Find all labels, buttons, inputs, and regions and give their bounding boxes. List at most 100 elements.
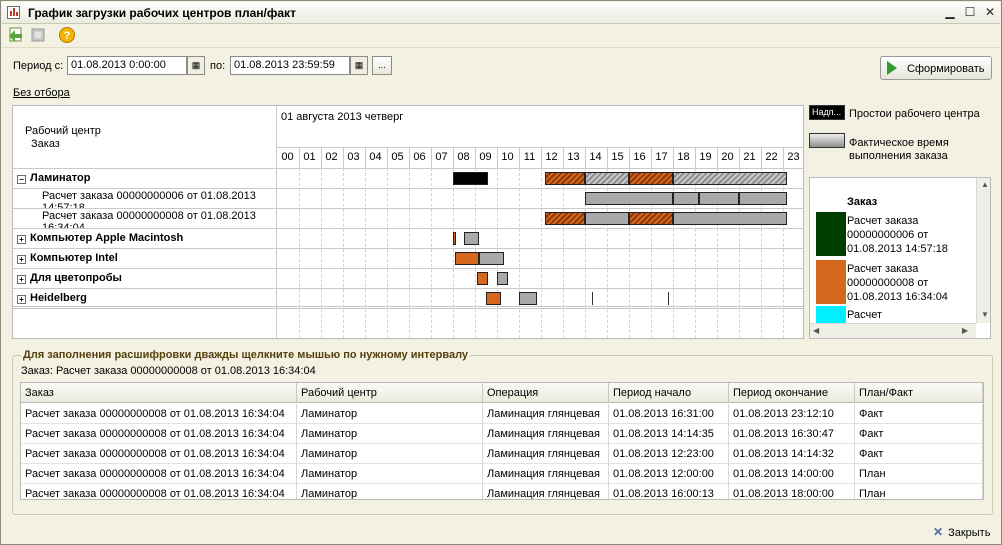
gantt-bar[interactable] <box>739 192 788 205</box>
table-cell[interactable]: 01.08.2013 14:14:32 <box>729 444 855 464</box>
close-button[interactable]: ✕ Закрыть <box>933 525 990 539</box>
legend-vertical-scrollbar[interactable]: ▲ ▼ <box>976 178 990 323</box>
table-cell[interactable]: Расчет заказа 00000000008 от 01.08.2013 … <box>21 404 297 424</box>
gantt-row-workcenter[interactable]: + Heidelberg <box>17 292 87 304</box>
help-icon[interactable]: ? <box>58 26 78 46</box>
legend-horizontal-scrollbar[interactable]: ◀ ▶ <box>810 323 976 338</box>
gantt-bar[interactable] <box>585 212 629 225</box>
gantt-bar[interactable] <box>673 172 788 185</box>
legend-top: Надп... Простои рабочего центра Фактичес… <box>809 105 999 173</box>
gantt-row-workcenter[interactable]: + Для цветопробы <box>17 272 122 284</box>
table-header-cell[interactable]: Заказ <box>21 383 297 403</box>
table-cell[interactable]: Ламинатор <box>297 444 483 464</box>
gantt-bar[interactable] <box>629 212 673 225</box>
calendar-icon[interactable]: ▦ <box>350 56 368 75</box>
minimize-icon[interactable]: ▁ <box>942 5 958 21</box>
table-cell[interactable]: Ламинатор <box>297 464 483 484</box>
table-cell[interactable]: Ламинация глянцевая <box>483 444 609 464</box>
gantt-bar[interactable] <box>455 252 480 265</box>
table-cell[interactable]: Факт <box>855 444 983 464</box>
table-cell[interactable]: Ламинатор <box>297 404 483 424</box>
gantt-chart[interactable]: Рабочий центр Заказ 01 августа 2013 четв… <box>12 105 804 339</box>
table-cell[interactable]: 01.08.2013 16:30:47 <box>729 424 855 444</box>
expand-icon[interactable]: + <box>17 235 26 244</box>
expand-icon[interactable]: + <box>17 255 26 264</box>
gantt-row-workcenter[interactable]: − Ламинатор <box>17 172 90 184</box>
table-header-cell[interactable]: Период окончание <box>729 383 855 403</box>
table-cell[interactable]: Расчет заказа 00000000008 от 01.08.2013 … <box>21 444 297 464</box>
gantt-bar[interactable] <box>545 212 585 225</box>
table-cell[interactable]: Ламинация глянцевая <box>483 424 609 444</box>
export-icon[interactable] <box>7 26 27 46</box>
table-cell[interactable]: Ламинация глянцевая <box>483 464 609 484</box>
table-header-cell[interactable]: Период начало <box>609 383 729 403</box>
table-cell[interactable]: 01.08.2013 12:00:00 <box>609 464 729 484</box>
period-from-field[interactable]: 01.08.2013 0:00:00 <box>67 56 187 75</box>
table-header-cell[interactable]: Операция <box>483 383 609 403</box>
window-title: График загрузки рабочих центров план/фак… <box>28 6 296 20</box>
svg-text:?: ? <box>64 30 71 42</box>
gantt-row-workcenter[interactable]: + Компьютер Apple Macintosh <box>17 232 183 244</box>
table-cell[interactable]: 01.08.2013 16:31:00 <box>609 404 729 424</box>
table-cell[interactable]: План <box>855 484 983 499</box>
gantt-bar[interactable] <box>453 232 457 245</box>
table-cell[interactable]: Ламинатор <box>297 484 483 499</box>
table-cell[interactable]: 01.08.2013 14:14:35 <box>609 424 729 444</box>
gantt-bar[interactable] <box>497 272 508 285</box>
calendar-icon[interactable]: ▦ <box>187 56 205 75</box>
table-cell[interactable]: 01.08.2013 14:00:00 <box>729 464 855 484</box>
table-cell[interactable]: 01.08.2013 16:00:13 <box>609 484 729 499</box>
table-cell[interactable]: Ламинация глянцевая <box>483 404 609 424</box>
settings-icon[interactable] <box>29 26 49 46</box>
gantt-bar[interactable] <box>464 232 480 245</box>
gantt-bar[interactable] <box>545 172 585 185</box>
gantt-bar[interactable] <box>477 272 489 285</box>
period-select-button[interactable]: ... <box>372 56 392 75</box>
table-cell[interactable]: Расчет заказа 00000000008 от 01.08.2013 … <box>21 484 297 499</box>
gantt-bar[interactable] <box>629 172 673 185</box>
gantt-bar[interactable] <box>699 192 739 205</box>
table-cell[interactable]: Ламинатор <box>297 424 483 444</box>
close-icon[interactable]: ✕ <box>982 5 998 21</box>
collapse-icon[interactable]: − <box>17 175 26 184</box>
generate-button[interactable]: Сформировать <box>880 56 992 80</box>
gantt-bar[interactable] <box>673 192 700 205</box>
gantt-bar[interactable] <box>453 172 489 185</box>
hour-label: 17 <box>655 151 668 163</box>
hour-label: 14 <box>589 151 602 163</box>
order-legend[interactable]: Заказ Расчет заказа 00000000006 от 01.08… <box>809 177 991 339</box>
gantt-date-label: 01 августа 2013 четверг <box>281 111 404 123</box>
hour-label: 02 <box>325 151 338 163</box>
table-header-cell[interactable]: План/Факт <box>855 383 983 403</box>
detail-order-line: Заказ: Расчет заказа 00000000008 от 01.0… <box>21 365 316 377</box>
gantt-marker <box>591 292 593 305</box>
gantt-row-order[interactable]: Расчет заказа 00000000006 от 01.08.2013 … <box>42 190 270 208</box>
gantt-bar[interactable] <box>585 172 629 185</box>
period-to-field[interactable]: 01.08.2013 23:59:59 <box>230 56 350 75</box>
filter-link[interactable]: Без отбора <box>13 87 70 99</box>
gantt-bar[interactable] <box>673 212 788 225</box>
gantt-bar[interactable] <box>486 292 502 305</box>
table-cell[interactable]: 01.08.2013 18:00:00 <box>729 484 855 499</box>
gantt-row-order[interactable]: Расчет заказа 00000000008 от 01.08.2013 … <box>42 210 270 228</box>
table-cell[interactable]: План <box>855 464 983 484</box>
table-cell[interactable]: Ламинация глянцевая <box>483 484 609 499</box>
expand-icon[interactable]: + <box>17 295 26 304</box>
expand-icon[interactable]: + <box>17 275 26 284</box>
hour-label: 13 <box>567 151 580 163</box>
table-cell[interactable]: Расчет заказа 00000000008 от 01.08.2013 … <box>21 464 297 484</box>
gantt-bar[interactable] <box>519 292 537 305</box>
table-cell[interactable]: Расчет заказа 00000000008 от 01.08.2013 … <box>21 424 297 444</box>
detail-table[interactable]: Заказ Рабочий центр Операция Период начало П… <box>20 382 984 500</box>
gantt-bar[interactable] <box>479 252 504 265</box>
toolbar: ? <box>2 24 1000 48</box>
table-cell[interactable]: Факт <box>855 404 983 424</box>
maximize-icon[interactable]: ☐ <box>962 5 978 21</box>
gantt-row-workcenter[interactable]: + Компьютер Intel <box>17 252 118 264</box>
table-cell[interactable]: 01.08.2013 23:12:10 <box>729 404 855 424</box>
legend-swatch <box>816 260 846 304</box>
table-cell[interactable]: 01.08.2013 12:23:00 <box>609 444 729 464</box>
gantt-bar[interactable] <box>585 192 673 205</box>
table-cell[interactable]: Факт <box>855 424 983 444</box>
table-header-cell[interactable]: Рабочий центр <box>297 383 483 403</box>
